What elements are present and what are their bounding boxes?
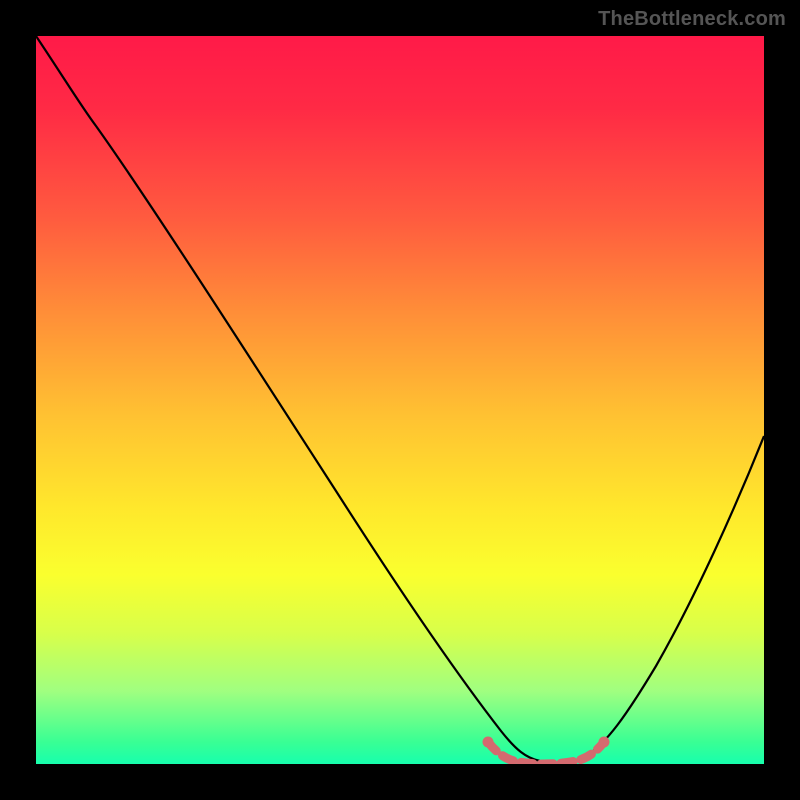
plot-area xyxy=(36,36,764,764)
highlight-end-dot-right xyxy=(599,737,610,748)
chart-frame: TheBottleneck.com xyxy=(0,0,800,800)
curve-svg xyxy=(36,36,764,764)
highlight-end-dot-left xyxy=(483,737,494,748)
highlight-marker-segment xyxy=(488,742,604,764)
bottleneck-curve-line xyxy=(36,36,764,763)
watermark-text: TheBottleneck.com xyxy=(598,8,786,31)
